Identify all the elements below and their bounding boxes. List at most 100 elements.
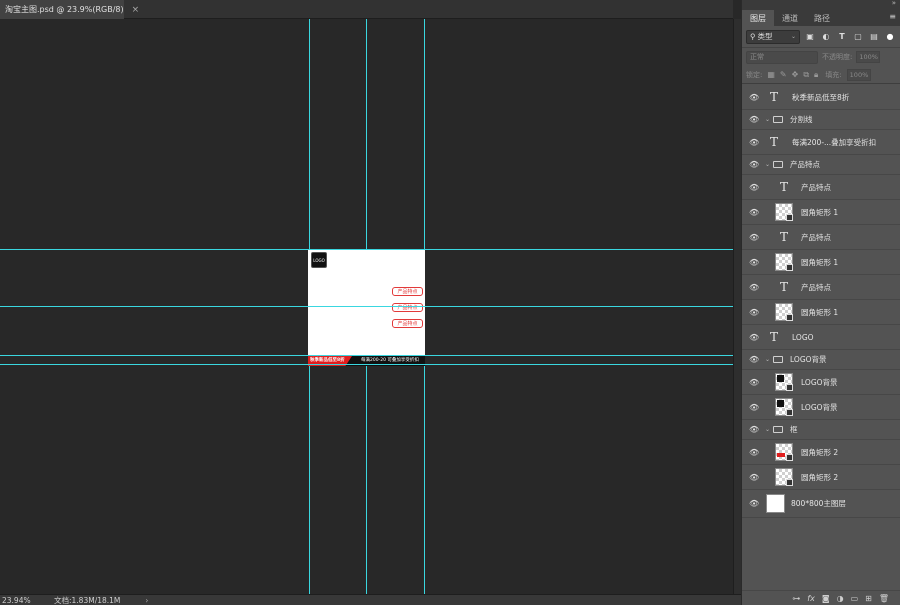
opacity-field[interactable]: 100% (856, 51, 881, 63)
delete-layer-icon[interactable]: 🗑︎ (879, 594, 889, 603)
filter-pixel-icon[interactable]: ▣ (804, 31, 816, 43)
lock-all-icon[interactable]: 🔒︎ (814, 70, 818, 80)
group-expand-chevron-icon[interactable]: ⌄ (765, 161, 770, 168)
guide-horizontal[interactable] (0, 306, 733, 307)
filter-type-icon[interactable]: T (836, 31, 848, 43)
add-mask-icon[interactable]: ◙ (822, 594, 830, 603)
tab-channels[interactable]: 通道 (774, 10, 806, 26)
lock-pixels-icon[interactable]: ✎ (780, 70, 787, 79)
eye-icon[interactable]: 👁︎ (749, 160, 759, 169)
filter-toggle-icon[interactable]: ● (884, 31, 896, 43)
group-expand-chevron-icon[interactable]: ⌄ (765, 116, 770, 123)
layer-name: 圆角矩形 1 (801, 257, 839, 267)
layer-row[interactable]: 👁︎ 圆角矩形 1 (742, 200, 900, 225)
eye-icon[interactable]: 👁︎ (749, 403, 759, 412)
filter-kind-select[interactable]: ⚲ 类型 ⌄ (746, 29, 800, 44)
group-expand-chevron-icon[interactable]: ⌄ (765, 426, 770, 433)
eye-icon[interactable]: 👁︎ (749, 473, 759, 482)
canvas-area[interactable]: LOGO 产品特点 产品特点 产品特点 秋季新品低至8折 每满200-20 可叠… (0, 19, 733, 594)
layer-row[interactable]: 👁︎ T 产品特点 (742, 175, 900, 200)
layer-row[interactable]: 👁︎ ⌄ 分割线 (742, 110, 900, 130)
collapse-panel-icon[interactable]: » (892, 0, 896, 7)
layer-thumbnail (775, 253, 793, 271)
panel-tabs: 图层 通道 路径 ≡ (742, 8, 900, 26)
vector-mask-badge-icon (786, 479, 793, 486)
layer-row[interactable]: 👁︎ T 每满200-...叠加享受折扣 (742, 130, 900, 155)
eye-icon[interactable]: 👁︎ (749, 283, 759, 292)
eye-icon[interactable]: 👁︎ (749, 378, 759, 387)
fill-field[interactable]: 100% (846, 68, 871, 81)
lock-label: 锁定: (746, 70, 763, 79)
layer-name: 800*800主图层 (791, 499, 846, 508)
layer-row[interactable]: 👁︎ 圆角矩形 1 (742, 300, 900, 325)
guide-horizontal[interactable] (0, 364, 733, 365)
zoom-field[interactable]: 23.94% (0, 596, 36, 605)
filter-smart-object-icon[interactable]: ▤ (868, 31, 880, 43)
layer-row[interactable]: 👁︎ 圆角矩形 2 (742, 465, 900, 490)
eye-icon[interactable]: 👁︎ (749, 183, 759, 192)
eye-icon[interactable]: 👁︎ (749, 115, 759, 124)
lock-transparent-icon[interactable]: ▦ (767, 70, 775, 79)
eye-icon[interactable]: 👁︎ (749, 308, 759, 317)
new-layer-icon[interactable]: ⊞ (865, 594, 872, 603)
lock-position-icon[interactable]: ✥ (792, 70, 799, 79)
layer-row[interactable]: 👁︎ ⌄ 框 (742, 420, 900, 440)
layer-row[interactable]: 👁︎ LOGO背景 (742, 395, 900, 420)
eye-icon[interactable]: 👁︎ (749, 138, 759, 147)
eye-icon[interactable]: 👁︎ (749, 258, 759, 267)
layer-row[interactable]: 👁︎ T 产品特点 (742, 225, 900, 250)
layer-row[interactable]: 👁︎ T 秋季新品低至8折 (742, 85, 900, 110)
panel-menu-icon[interactable]: ≡ (889, 12, 896, 21)
layer-thumbnail (775, 398, 793, 416)
vector-mask-badge-icon (786, 264, 793, 271)
eye-icon[interactable]: 👁︎ (749, 93, 759, 102)
layer-thumbnail (775, 443, 793, 461)
blend-mode-select[interactable]: 正常 (746, 50, 818, 64)
layer-name: 圆角矩形 2 (801, 447, 839, 457)
status-menu-arrow-icon[interactable]: › (145, 596, 148, 605)
guide-horizontal[interactable] (0, 355, 733, 356)
eye-icon[interactable]: 👁︎ (749, 233, 759, 242)
close-icon[interactable]: × (132, 5, 140, 15)
new-group-icon[interactable]: ▭ (851, 594, 859, 603)
blend-row: 正常 不透明度: 100% (742, 48, 900, 66)
layer-row[interactable]: 👁︎ 800*800主图层 (742, 490, 900, 518)
filter-shape-icon[interactable]: ▢ (852, 31, 864, 43)
adjustment-layer-icon[interactable]: ◑ (837, 594, 844, 603)
eye-icon[interactable]: 👁︎ (749, 499, 759, 508)
vector-mask-badge-icon (786, 384, 793, 391)
document-canvas[interactable]: LOGO 产品特点 产品特点 产品特点 秋季新品低至8折 每满200-20 可叠… (308, 249, 425, 366)
feature-tag-label: 产品特点 (397, 321, 418, 327)
layer-row[interactable]: 👁︎ ⌄ LOGO背景 (742, 350, 900, 370)
document-tab-title: 淘宝主图.psd @ 23.9%(RGB/8) (5, 5, 124, 14)
eye-icon[interactable]: 👁︎ (749, 448, 759, 457)
lock-row: 锁定: ▦ ✎ ✥ ⧉ 🔒︎ 填充: 100% (742, 66, 900, 84)
layer-row[interactable]: 👁︎ T 产品特点 (742, 275, 900, 300)
document-tab[interactable]: 淘宝主图.psd @ 23.9%(RGB/8) × (0, 0, 139, 19)
layer-name: LOGO背景 (790, 355, 827, 364)
eye-icon[interactable]: 👁︎ (749, 208, 759, 217)
filter-adjustment-icon[interactable]: ◐ (820, 31, 832, 43)
layer-row[interactable]: 👁︎ ⌄ 产品特点 (742, 155, 900, 175)
layer-name: 圆角矩形 1 (801, 307, 839, 317)
eye-icon[interactable]: 👁︎ (749, 333, 759, 342)
thumbnail-dark-mark (777, 375, 784, 382)
fx-icon[interactable]: fx (807, 594, 815, 603)
layer-row[interactable]: 👁︎ 圆角矩形 2 (742, 440, 900, 465)
layer-row[interactable]: 👁︎ LOGO背景 (742, 370, 900, 395)
layer-row[interactable]: 👁︎ 圆角矩形 1 (742, 250, 900, 275)
layer-thumbnail (775, 373, 793, 391)
group-expand-chevron-icon[interactable]: ⌄ (765, 356, 770, 363)
canvas-scrollbar[interactable] (733, 19, 741, 594)
guide-horizontal[interactable] (0, 249, 733, 250)
link-layers-icon[interactable]: ⊶ (792, 594, 800, 603)
eye-icon[interactable]: 👁︎ (749, 355, 759, 364)
tab-layers[interactable]: 图层 (742, 10, 774, 26)
folder-icon (773, 161, 783, 168)
layer-row[interactable]: 👁︎ T LOGO (742, 325, 900, 350)
tab-paths[interactable]: 路径 (806, 10, 838, 26)
text-layer-icon: T (770, 135, 779, 149)
layer-name: 产品特点 (801, 282, 831, 292)
lock-artboard-icon[interactable]: ⧉ (803, 70, 809, 80)
eye-icon[interactable]: 👁︎ (749, 425, 759, 434)
